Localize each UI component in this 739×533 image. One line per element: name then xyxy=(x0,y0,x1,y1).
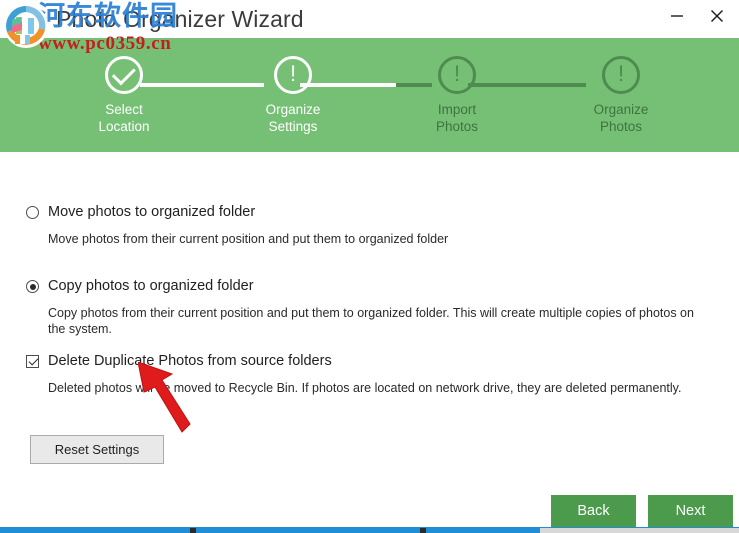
page-title: Photo Organizer Wizard xyxy=(56,6,304,32)
check-icon xyxy=(111,60,136,85)
exclamation-icon: ! xyxy=(289,61,297,86)
stepper-step-select-location[interactable]: Select Location xyxy=(54,56,194,135)
back-button[interactable]: Back xyxy=(551,495,636,527)
stepper-step-organize-settings[interactable]: ! Organize Settings xyxy=(223,56,363,135)
minimize-icon xyxy=(671,15,683,17)
photo-organizer-logo-icon xyxy=(2,2,50,50)
stepper-step-import-photos[interactable]: ! Import Photos xyxy=(387,56,527,135)
option-delete-duplicates[interactable]: Delete Duplicate Photos from source fold… xyxy=(26,352,681,396)
step-circle-import-photos: ! xyxy=(438,56,476,94)
minimize-button[interactable] xyxy=(657,0,697,32)
option-copy-photos[interactable]: Copy photos to organized folder Copy pho… xyxy=(26,277,698,337)
step-circle-organize-photos: ! xyxy=(602,56,640,94)
settings-panel: Move photos to organized folder Move pho… xyxy=(0,152,739,482)
option-move-photos-label: Move photos to organized folder xyxy=(48,204,256,220)
option-delete-duplicates-description: Deleted photos will be moved to Recycle … xyxy=(48,381,682,395)
option-move-photos[interactable]: Move photos to organized folder Move pho… xyxy=(26,203,448,247)
exclamation-icon: ! xyxy=(453,61,461,86)
taskbar-items xyxy=(0,528,739,533)
stepper-step-label: Import Photos xyxy=(435,102,479,134)
stepper-step-label: Select Location xyxy=(98,102,150,134)
radio-copy-photos[interactable] xyxy=(26,280,39,293)
wizard-footer: Back Next xyxy=(0,482,739,527)
stepper-step-label: Organize Settings xyxy=(265,102,321,134)
reset-settings-button[interactable]: Reset Settings xyxy=(30,435,164,464)
option-copy-photos-description: Copy photos from their current position … xyxy=(48,306,694,336)
close-icon xyxy=(711,10,723,22)
step-circle-organize-settings: ! xyxy=(274,56,312,94)
desktop-taskbar[interactable] xyxy=(0,527,739,533)
option-move-photos-description: Move photos from their current position … xyxy=(48,232,449,246)
radio-move-photos[interactable] xyxy=(26,206,39,219)
exclamation-icon: ! xyxy=(617,61,625,86)
checkbox-delete-duplicates[interactable] xyxy=(26,355,39,368)
option-delete-duplicates-label: Delete Duplicate Photos from source fold… xyxy=(48,353,332,369)
wizard-stepper: Select Location ! Organize Settings ! Im… xyxy=(0,38,739,152)
next-button[interactable]: Next xyxy=(648,495,733,527)
close-button[interactable] xyxy=(697,0,737,32)
stepper-step-organize-photos[interactable]: ! Organize Photos xyxy=(551,56,691,135)
step-circle-select-location xyxy=(105,56,143,94)
option-copy-photos-label: Copy photos to organized folder xyxy=(48,278,254,294)
title-bar: Photo Organizer Wizard 河东软件园 www.pc0359.… xyxy=(0,0,739,54)
stepper-step-label: Organize Photos xyxy=(593,102,649,134)
